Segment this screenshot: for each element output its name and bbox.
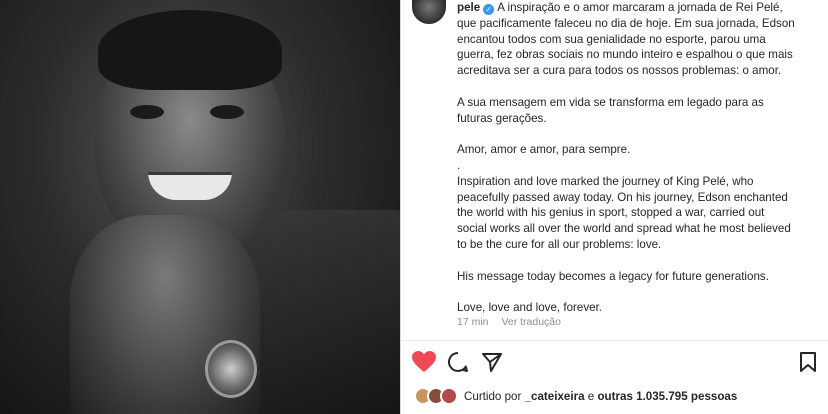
post-meta: 17 min Ver tradução bbox=[457, 316, 561, 328]
caption-pt2-line-1: futuras gerações. bbox=[457, 111, 547, 125]
post-caption: pele ✓ A inspiração e o amor marcaram a jo… bbox=[457, 0, 817, 316]
photo-eye-right bbox=[210, 105, 244, 119]
caption-pt-line-0: A inspiração e o amor marcaram a jornada… bbox=[497, 1, 783, 14]
caption-en-line-0: Inspiration and love marked the journey … bbox=[457, 174, 754, 188]
comment-icon[interactable] bbox=[445, 349, 471, 375]
caption-pt-line-1: que pacificamente faleceu no dia de hoje… bbox=[457, 16, 795, 30]
translate-link[interactable]: Ver tradução bbox=[501, 316, 561, 328]
action-bar bbox=[401, 340, 828, 380]
caption-pt-line-3: guerra, fez obras sociais no mundo intei… bbox=[457, 48, 793, 62]
caption-en-line-3: social works all over the world and spre… bbox=[457, 222, 791, 236]
bookmark-icon[interactable] bbox=[795, 349, 821, 375]
caption-pt-line-4: acreditava ser a cura para todos os noss… bbox=[457, 64, 782, 78]
paper-plane-icon[interactable] bbox=[479, 349, 505, 375]
caption-en3: Love, love and love, forever. bbox=[457, 301, 603, 315]
likes-prefix: Curtido por bbox=[464, 389, 522, 403]
post-time: 17 min bbox=[457, 316, 489, 328]
avatar[interactable] bbox=[412, 0, 446, 24]
caption-separator: . bbox=[457, 158, 461, 172]
verified-badge-icon: ✓ bbox=[483, 4, 495, 15]
caption-pt-line-2: encantou todos com sua genialidade no es… bbox=[457, 32, 766, 46]
caption-en-line-4: to be the cure for all our problems: lov… bbox=[457, 237, 662, 251]
caption-panel: pele ✓ A inspiração e o amor marcaram a jo… bbox=[401, 0, 828, 338]
liker-username[interactable]: _cateixeira bbox=[525, 390, 585, 403]
post-photo[interactable] bbox=[0, 0, 400, 414]
photo-eye-left bbox=[130, 105, 164, 119]
likes-summary: Curtido por _cateixeira e outras 1.035.7… bbox=[414, 386, 737, 406]
liker-avatars[interactable] bbox=[414, 387, 460, 405]
caption-en-line-2: the world with his genius in sport, stop… bbox=[457, 206, 765, 220]
photo-watch bbox=[205, 340, 257, 398]
caption-en2: His message today becomes a legacy for f… bbox=[457, 269, 769, 283]
username-link[interactable]: pele bbox=[457, 1, 480, 14]
caption-pt3: Amor, amor e amor, para sempre. bbox=[457, 143, 631, 157]
likes-connector: e bbox=[587, 389, 595, 403]
heart-filled-icon[interactable] bbox=[411, 349, 437, 375]
caption-en-line-1: peacefully passed away today. On his jou… bbox=[457, 190, 788, 204]
photo-hair bbox=[98, 10, 282, 90]
liker-avatar-3 bbox=[440, 387, 458, 405]
caption-pt2-line-0: A sua mensagem em vida se transforma em … bbox=[457, 95, 764, 109]
likes-others-link[interactable]: outras 1.035.795 pessoas bbox=[597, 390, 737, 403]
